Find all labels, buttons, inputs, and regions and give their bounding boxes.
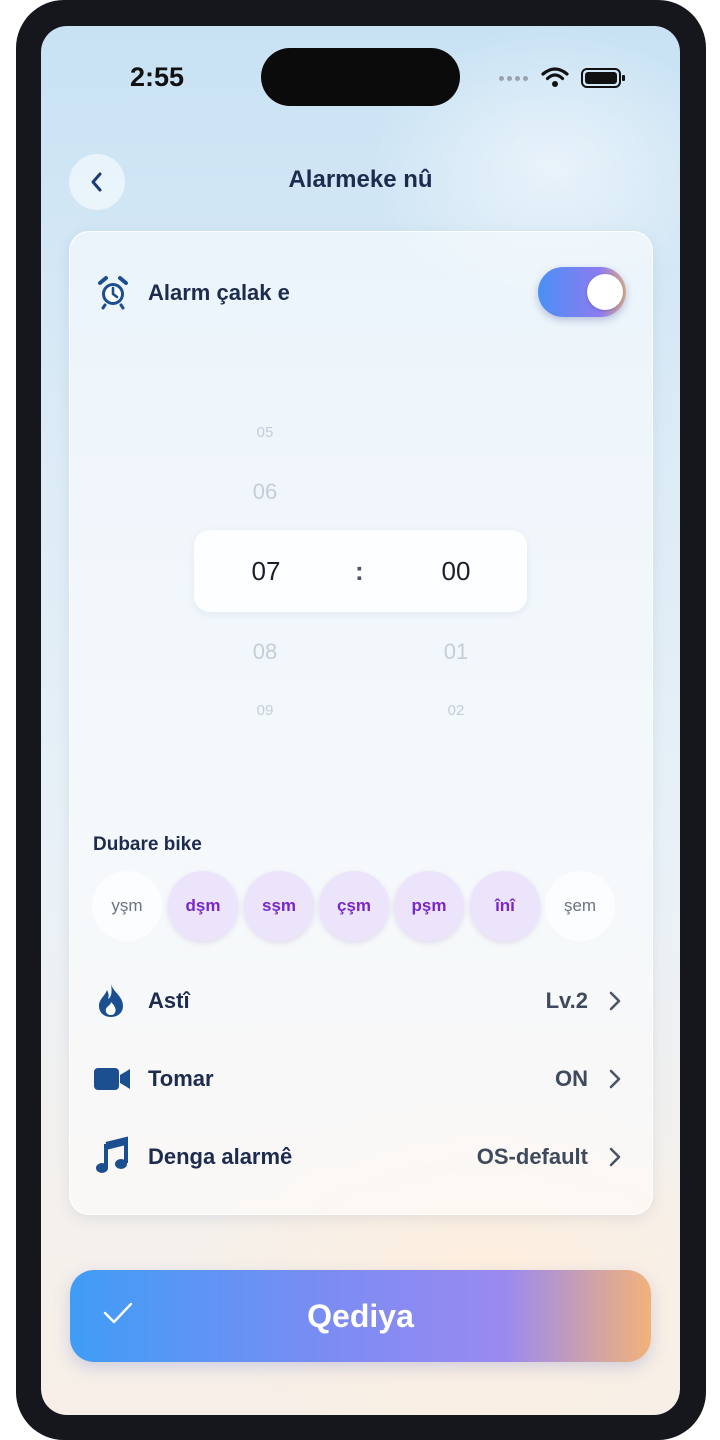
hour-option[interactable]: 08 [235, 639, 295, 665]
recording-label: Tomar [148, 1066, 214, 1091]
music-note-icon [96, 1136, 128, 1173]
selected-minute[interactable]: 00 [416, 556, 496, 587]
wifi-icon [541, 67, 569, 87]
hour-option[interactable]: 06 [235, 479, 295, 505]
chevron-right-icon[interactable] [607, 1145, 623, 1169]
minute-option[interactable]: 01 [426, 639, 486, 665]
app-screen: 2:55 Alarmeke nû Alarm çalak e 05 06 07 … [41, 26, 680, 1415]
toggle-knob [587, 274, 623, 310]
hour-option[interactable]: 05 [235, 424, 295, 441]
day-chip-monday[interactable]: dşm [168, 871, 238, 941]
selected-hour[interactable]: 07 [226, 556, 306, 587]
repeat-label: Dubare bike [93, 834, 202, 855]
chevron-right-icon[interactable] [607, 1067, 623, 1091]
day-chip-tuesday[interactable]: sşm [244, 871, 314, 941]
video-camera-icon [94, 1068, 130, 1090]
battery-icon [581, 68, 625, 88]
intensity-label: Astî [148, 988, 190, 1013]
day-chip-friday[interactable]: înî [470, 871, 540, 941]
alarm-enabled-label: Alarm çalak e [148, 280, 290, 305]
minute-option[interactable]: 02 [426, 702, 486, 719]
day-chip-wednesday[interactable]: çşm [319, 871, 389, 941]
alarm-sound-value[interactable]: OS-default [477, 1144, 588, 1170]
recording-value[interactable]: ON [555, 1066, 588, 1092]
alarm-clock-icon [98, 276, 128, 310]
cellular-signal-icon [499, 76, 528, 81]
done-button-label: Qediya [307, 1298, 414, 1334]
intensity-value[interactable]: Lv.2 [546, 988, 588, 1014]
status-time: 2:55 [130, 62, 185, 92]
flame-icon [99, 984, 123, 1017]
day-chip-thursday[interactable]: pşm [394, 871, 464, 941]
page-title: Alarmeke nû [288, 166, 433, 193]
hour-option[interactable]: 09 [235, 702, 295, 719]
day-chip-sunday[interactable]: yşm [92, 871, 162, 941]
day-chip-saturday[interactable]: şem [545, 871, 615, 941]
dynamic-island [261, 48, 460, 106]
chevron-right-icon[interactable] [607, 989, 623, 1013]
alarm-sound-label: Denga alarmê [148, 1144, 293, 1169]
time-separator: : [355, 556, 364, 586]
